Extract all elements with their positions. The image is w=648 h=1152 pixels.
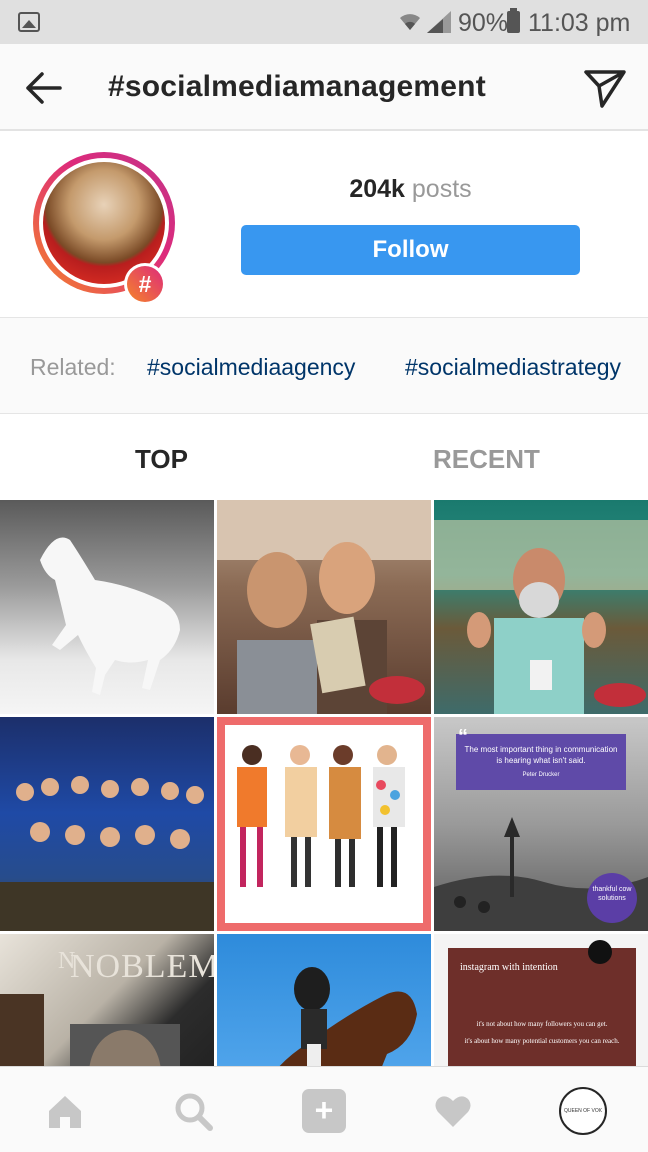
signal-icon (427, 11, 451, 33)
instagram-tip-card: instagram with intention it's not about … (448, 948, 636, 1066)
top-bar: #socialmediamanagement (0, 44, 648, 131)
battery-percentage: 90% (458, 9, 509, 37)
clock: 11:03 pm (528, 9, 631, 37)
follow-button[interactable]: Follow (241, 225, 580, 275)
post-count-label: posts (411, 175, 472, 203)
back-arrow-icon[interactable] (22, 68, 64, 108)
heart-icon[interactable] (433, 1091, 473, 1131)
related-tag-link[interactable]: #socialmediaagency (147, 354, 355, 381)
post-thumbnail-speaker[interactable] (434, 500, 648, 714)
horse-illustration (40, 537, 180, 695)
wifi-icon (400, 14, 420, 30)
related-tag-link[interactable]: #socialmediastrategy (405, 354, 621, 381)
gallery-icon (18, 12, 40, 32)
related-label: Related: (30, 354, 116, 380)
battery-icon (507, 8, 520, 33)
post-thumbnail-magazine[interactable]: N NOBLEMA (0, 934, 214, 1066)
pin-dot (588, 940, 612, 964)
post-thumbnail-selfie[interactable] (217, 500, 431, 714)
post-thumbnail-equestrian[interactable] (217, 934, 431, 1066)
speaker-illustration (434, 520, 648, 714)
page-title: #socialmediamanagement (108, 70, 486, 103)
selfie-illustration (217, 500, 431, 714)
post-thumbnail-horse[interactable] (0, 500, 214, 714)
tab-recent[interactable]: RECENT (433, 444, 540, 475)
post-count-value: 204k (349, 175, 405, 203)
status-bar: 90% 11:03 pm (0, 0, 648, 44)
hashtag-badge: # (124, 263, 166, 305)
add-post-button[interactable]: + (302, 1089, 346, 1133)
equestrian-illustration (279, 967, 417, 1066)
post-thumbnail-group[interactable] (0, 717, 214, 931)
send-icon[interactable] (582, 66, 628, 110)
instagram-tip-line: it's not about how many followers you ca… (476, 1020, 608, 1028)
instagram-tip-line: it's about how many potential customers … (464, 1037, 620, 1045)
fashion-illustration (237, 745, 405, 887)
post-thumbnail-instagram-tip[interactable]: instagram with intention it's not about … (434, 934, 648, 1066)
home-icon[interactable] (45, 1091, 85, 1131)
profile-avatar[interactable]: QUEEN OF VOICES (559, 1087, 607, 1135)
magazine-title: NOBLEMA (70, 948, 214, 985)
post-grid: The most important thing in communicatio… (0, 500, 648, 1066)
post-count: 204k posts (241, 175, 580, 204)
thankful-cow-badge: thankful cow solutions (587, 873, 637, 923)
post-thumbnail-fashion[interactable] (217, 717, 431, 931)
search-icon[interactable] (173, 1091, 213, 1131)
post-thumbnail-quote[interactable]: The most important thing in communicatio… (434, 717, 648, 931)
hashtag-icon: # (127, 266, 163, 302)
profile-avatar-text: QUEEN OF VOICES (564, 1092, 602, 1130)
feed-tabs: TOP RECENT (0, 414, 648, 500)
hashtag-profile: # 204k posts Follow (0, 131, 648, 318)
tab-top[interactable]: TOP (135, 444, 188, 475)
related-hashtags: Related: #socialmediaagency #socialmedia… (0, 318, 648, 414)
group-photo-illustration (0, 776, 214, 931)
bottom-navigation: + QUEEN OF VOICES (0, 1066, 648, 1152)
